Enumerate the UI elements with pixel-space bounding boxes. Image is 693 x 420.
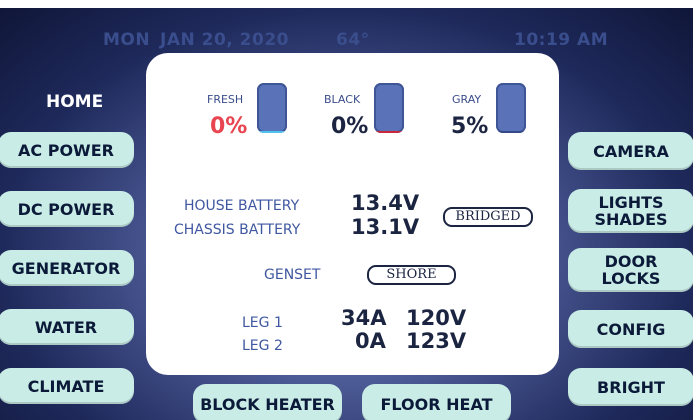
home-tab[interactable]: HOME xyxy=(46,92,103,112)
status-date: JAN 20, 2020 xyxy=(160,30,289,50)
leg2-label: LEG 2 xyxy=(242,338,283,354)
camera-button[interactable]: CAMERA xyxy=(568,132,693,170)
status-panel: FRESH 0% BLACK 0% GRAY 5% HOUSE BATTERY … xyxy=(146,53,559,375)
status-temperature: 64° xyxy=(336,30,370,50)
water-button[interactable]: WATER xyxy=(0,309,134,345)
bridged-badge[interactable]: BRIDGED xyxy=(443,207,533,227)
climate-button[interactable]: CLIMATE xyxy=(0,368,134,404)
floor-heat-button[interactable]: FLOOR HEAT xyxy=(362,384,511,420)
house-battery-label: HOUSE BATTERY xyxy=(184,198,300,214)
dc-power-button[interactable]: DC POWER xyxy=(0,191,134,227)
door-locks-button[interactable]: DOOR LOCKS xyxy=(568,248,693,292)
ac-power-button[interactable]: AC POWER xyxy=(0,132,134,168)
status-day: MON xyxy=(103,30,151,50)
gray-tank-level xyxy=(496,130,526,133)
gray-tank-icon[interactable] xyxy=(496,83,526,133)
leg2-volts: 123V xyxy=(406,329,467,353)
lights-shades-button[interactable]: LIGHTS SHADES xyxy=(568,189,693,233)
config-button[interactable]: CONFIG xyxy=(568,310,693,348)
fresh-tank-label: FRESH xyxy=(207,93,244,106)
shore-source-badge[interactable]: SHORE xyxy=(367,265,456,285)
chassis-battery-label: CHASSIS BATTERY xyxy=(174,222,301,238)
black-tank-level xyxy=(374,130,404,133)
block-heater-button[interactable]: BLOCK HEATER xyxy=(193,384,342,420)
bright-button[interactable]: BRIGHT xyxy=(568,368,693,406)
fresh-tank-percent: 0% xyxy=(210,114,248,139)
fresh-tank-level xyxy=(257,130,287,133)
status-time: 10:19 AM xyxy=(514,30,609,50)
gray-tank-label: GRAY xyxy=(452,93,482,106)
genset-label: GENSET xyxy=(264,267,321,283)
black-tank-percent: 0% xyxy=(331,114,369,139)
fresh-tank-icon[interactable] xyxy=(257,83,287,133)
leg1-amps: 34A xyxy=(341,306,387,330)
chassis-battery-value: 13.1V xyxy=(351,215,420,239)
house-battery-value: 13.4V xyxy=(351,191,420,215)
black-tank-icon[interactable] xyxy=(374,83,404,133)
leg1-volts: 120V xyxy=(406,306,467,330)
generator-button[interactable]: GENERATOR xyxy=(0,250,134,286)
gray-tank-percent: 5% xyxy=(451,114,489,139)
touch-screen: MON JAN 20, 2020 64° 10:19 AM HOME AC PO… xyxy=(0,8,693,420)
black-tank-label: BLACK xyxy=(324,93,361,106)
leg1-label: LEG 1 xyxy=(242,315,283,331)
leg2-amps: 0A xyxy=(355,329,386,353)
